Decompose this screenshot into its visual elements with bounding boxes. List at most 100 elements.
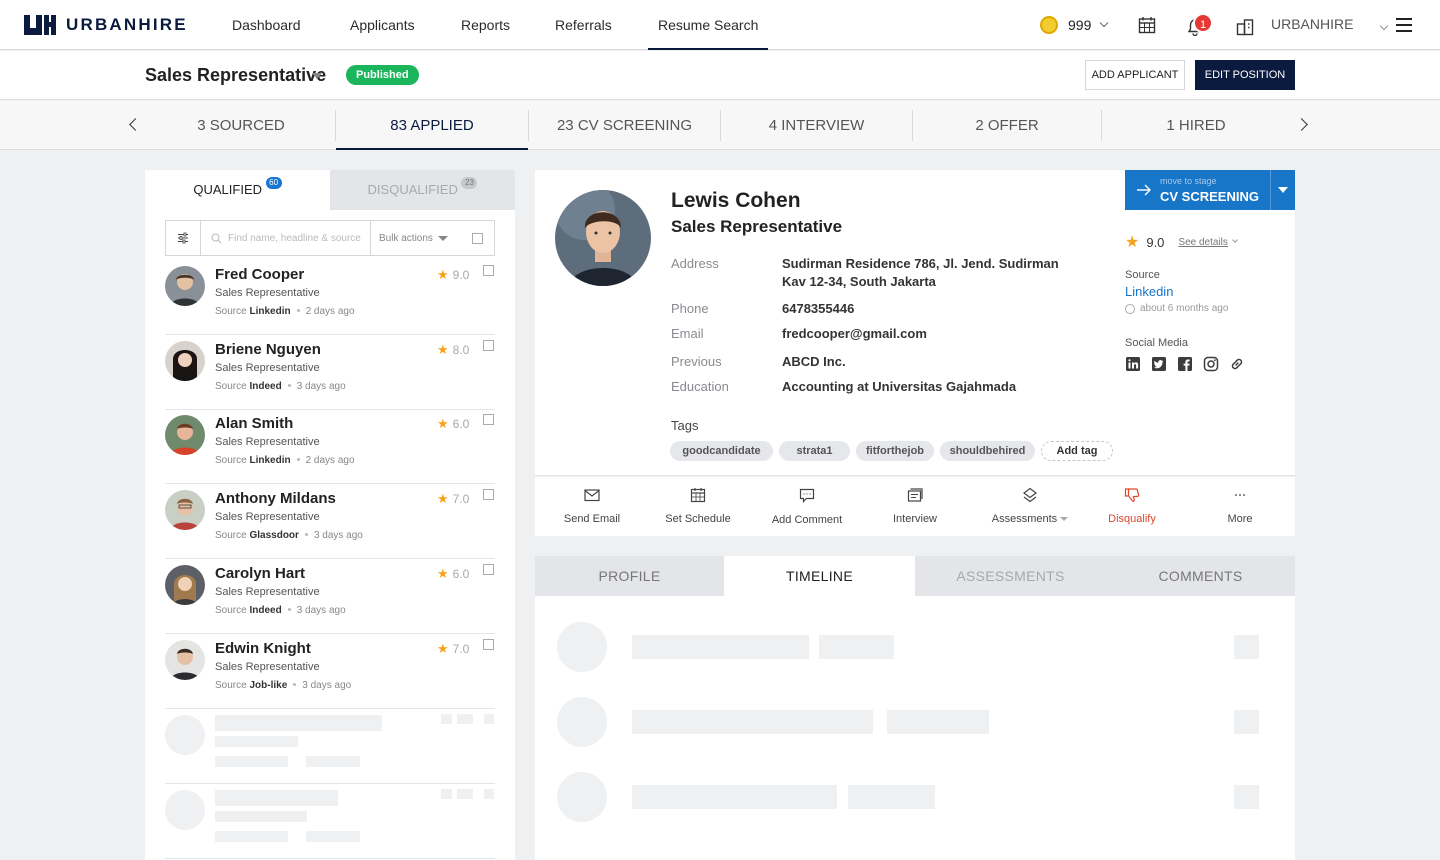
- disqualify-button[interactable]: Disqualify: [1078, 477, 1186, 536]
- menu-icon[interactable]: [1396, 18, 1412, 36]
- nav-reports[interactable]: Reports: [461, 0, 510, 50]
- tag-chip[interactable]: goodcandidate: [670, 441, 773, 461]
- address-value: Sudirman Residence 786, Jl. Jend. Sudirm…: [782, 255, 1059, 291]
- instagram-icon[interactable]: [1203, 356, 1219, 372]
- source-link[interactable]: Linkedin: [1125, 284, 1173, 299]
- skeleton-line: [632, 785, 837, 809]
- twitter-icon[interactable]: [1151, 356, 1167, 372]
- stage-hired[interactable]: 1 HIRED: [1102, 101, 1290, 150]
- assessments-icon: [1023, 487, 1037, 503]
- tab-qualified-label: QUALIFIED: [193, 182, 262, 197]
- skeleton-line: [457, 714, 473, 724]
- nav-applicants[interactable]: Applicants: [350, 0, 415, 50]
- more-button[interactable]: More: [1186, 477, 1294, 536]
- select-all-checkbox[interactable]: [461, 221, 494, 255]
- linkedin-icon[interactable]: [1125, 356, 1141, 372]
- candidate-checkbox[interactable]: [483, 340, 494, 351]
- candidate-checkbox[interactable]: [483, 414, 494, 425]
- search-input[interactable]: Find name, headline & source: [201, 221, 371, 255]
- stage-offer[interactable]: 2 OFFER: [913, 101, 1101, 150]
- move-stage-label: CV SCREENING: [1160, 189, 1259, 204]
- clock-icon: [1125, 303, 1135, 314]
- tab-disqualified[interactable]: DISQUALIFIED 23: [330, 170, 515, 210]
- filter-button[interactable]: [166, 221, 201, 255]
- list-item[interactable]: Anthony Mildans Sales Representative Sou…: [165, 484, 495, 559]
- source-label: Source: [215, 605, 247, 616]
- tab-profile[interactable]: PROFILE: [535, 556, 724, 596]
- company-switcher[interactable]: URBANHIRE: [1271, 16, 1389, 32]
- avatar: [165, 490, 205, 530]
- email-value[interactable]: fredcooper@gmail.com: [782, 325, 927, 343]
- candidate-rating: ★ 9.0 See details: [1125, 232, 1238, 252]
- stage-interview[interactable]: 4 INTERVIEW: [721, 101, 912, 150]
- score-value: 7.0: [452, 642, 470, 656]
- tab-timeline[interactable]: TIMELINE: [724, 556, 915, 596]
- tag-chip[interactable]: strata1: [779, 441, 850, 461]
- source-name: Glassdoor: [249, 530, 299, 541]
- skeleton-line: [215, 790, 338, 806]
- assessments-label: Assessments: [991, 513, 1058, 525]
- nav-dashboard[interactable]: Dashboard: [232, 0, 301, 50]
- star-icon: ★: [437, 416, 449, 431]
- stage-applied[interactable]: 83 APPLIED: [336, 101, 528, 150]
- link-icon[interactable]: [1229, 356, 1245, 372]
- candidate-checkbox[interactable]: [483, 265, 494, 276]
- star-icon: ★: [1125, 234, 1140, 251]
- move-stage-main[interactable]: move to stage CV SCREENING: [1125, 170, 1270, 210]
- move-stage-hint: move to stage: [1160, 176, 1217, 186]
- assessments-button[interactable]: Assessments: [976, 477, 1084, 536]
- position-title[interactable]: Sales Representative: [145, 65, 326, 86]
- urbanhire-logo[interactable]: URBANHIRE: [24, 15, 188, 35]
- skeleton-line: [441, 714, 452, 724]
- candidate-role: Sales Representative: [215, 287, 320, 299]
- tag-chip[interactable]: shouldbehired: [940, 441, 1035, 461]
- candidate-checkbox[interactable]: [483, 564, 494, 575]
- source-name: Indeed: [249, 381, 282, 392]
- nav-referrals[interactable]: Referrals: [555, 0, 612, 50]
- skeleton-line: [215, 715, 382, 731]
- set-schedule-button[interactable]: Set Schedule: [644, 477, 752, 536]
- list-item[interactable]: Edwin Knight Sales Representative Source…: [165, 634, 495, 709]
- disqualified-count-badge: 23: [461, 177, 478, 189]
- list-item[interactable]: Fred Cooper Sales Representative Source …: [165, 260, 495, 335]
- chevron-right-icon[interactable]: [1295, 118, 1308, 131]
- facebook-icon[interactable]: [1177, 356, 1193, 372]
- skeleton-line: [1234, 710, 1259, 734]
- candidate-name: Edwin Knight: [215, 640, 311, 657]
- tab-assessments[interactable]: ASSESSMENTS: [915, 556, 1106, 596]
- logo-mark-icon: [24, 15, 56, 35]
- tab-comments[interactable]: COMMENTS: [1106, 556, 1295, 596]
- skeleton-line: [215, 811, 307, 822]
- avatar: [165, 640, 205, 680]
- candidate-checkbox[interactable]: [483, 639, 494, 650]
- interview-button[interactable]: Interview: [861, 477, 969, 536]
- move-stage-dropdown[interactable]: [1270, 170, 1295, 210]
- list-item[interactable]: Alan Smith Sales Representative Source L…: [165, 409, 495, 484]
- bulk-actions-dropdown[interactable]: Bulk actions: [371, 221, 461, 255]
- nav-resume-search[interactable]: Resume Search: [648, 0, 769, 50]
- score-value: 7.0: [452, 492, 470, 506]
- add-applicant-button[interactable]: ADD APPLICANT: [1085, 60, 1185, 90]
- caret-down-icon[interactable]: [312, 73, 322, 79]
- bulk-actions-label: Bulk actions: [379, 232, 433, 244]
- list-item[interactable]: Briene Nguyen Sales Representative Sourc…: [165, 335, 495, 410]
- list-item[interactable]: Carolyn Hart Sales Representative Source…: [165, 559, 495, 634]
- edit-position-button[interactable]: EDIT POSITION: [1195, 60, 1295, 90]
- add-comment-button[interactable]: Add Comment: [753, 477, 861, 536]
- skeleton-line: [484, 789, 494, 799]
- candidate-checkbox[interactable]: [483, 489, 494, 500]
- chevron-left-icon[interactable]: [129, 118, 142, 131]
- coins-dropdown[interactable]: 999: [1040, 16, 1109, 34]
- tab-qualified[interactable]: QUALIFIED 60: [145, 170, 330, 210]
- stage-sourced[interactable]: 3 SOURCED: [147, 101, 335, 150]
- skeleton-line: [215, 831, 288, 842]
- send-email-button[interactable]: Send Email: [538, 477, 646, 536]
- calendar-icon[interactable]: [1138, 16, 1156, 34]
- stage-cv-screening[interactable]: 23 CV SCREENING: [529, 101, 720, 150]
- see-details-link[interactable]: See details: [1178, 237, 1227, 248]
- tag-chip[interactable]: fitforthejob: [856, 441, 934, 461]
- action-label: Interview: [892, 513, 938, 525]
- add-tag-button[interactable]: Add tag: [1041, 441, 1113, 461]
- action-label: Assessments: [976, 513, 1084, 525]
- score-value: 6.0: [452, 417, 470, 431]
